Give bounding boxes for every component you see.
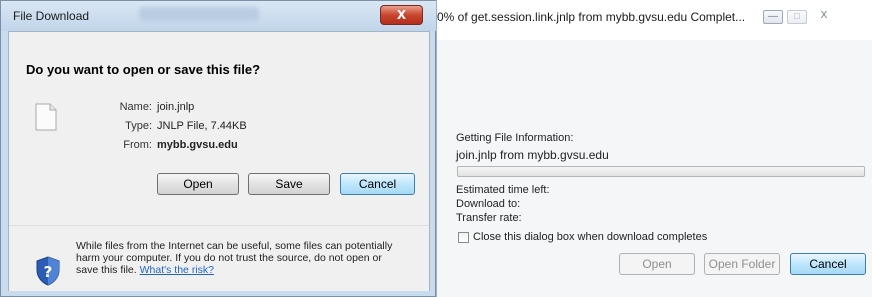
cancel-download-button[interactable]: Cancel: [790, 253, 866, 275]
name-value: join.jnlp: [157, 101, 195, 113]
open-button[interactable]: Open: [157, 173, 239, 195]
background-window-ghost: [139, 7, 259, 21]
maximize-button: □: [787, 10, 807, 24]
minimize-icon: —: [768, 11, 778, 22]
close-icon: X: [396, 8, 407, 22]
cancel-button[interactable]: Cancel: [340, 173, 415, 195]
download-progress-window: 0% of get.session.link.jnlp from mybb.gv…: [436, 0, 872, 297]
file-download-dialog: File Download X Do you want to open or s…: [0, 0, 437, 297]
dialog-title: File Download: [13, 9, 90, 23]
title-bar: 0% of get.session.link.jnlp from mybb.gv…: [437, 0, 872, 40]
transfer-rate-label: Transfer rate:: [456, 212, 522, 224]
close-on-complete-checkbox[interactable]: [458, 232, 469, 243]
whats-the-risk-link[interactable]: What's the risk?: [140, 264, 214, 276]
download-to-label: Download to:: [456, 198, 521, 210]
close-button[interactable]: X: [380, 5, 423, 25]
type-label: Type:: [125, 120, 152, 132]
shield-question-icon: ?: [36, 256, 60, 286]
minimize-button[interactable]: —: [763, 10, 783, 24]
window-title: 0% of get.session.link.jnlp from mybb.gv…: [437, 10, 746, 24]
open-folder-button-disabled: Open Folder: [704, 253, 780, 275]
estimated-time-label: Estimated time left:: [456, 184, 550, 196]
status-text: Getting File Information:: [456, 132, 574, 144]
svg-text:?: ?: [44, 263, 53, 281]
checkbox-label: Close this dialog box when download comp…: [473, 231, 708, 243]
warning-message: While files from the Internet can be use…: [76, 240, 406, 276]
maximize-icon: □: [793, 11, 801, 22]
dialog-question: Do you want to open or save this file?: [26, 62, 261, 77]
from-value: mybb.gvsu.edu: [157, 139, 238, 151]
close-icon: X: [820, 10, 828, 21]
save-button[interactable]: Save: [248, 173, 330, 195]
open-button-disabled: Open: [619, 253, 695, 275]
title-bar: File Download X: [1, 1, 437, 31]
type-value: JNLP File, 7.44KB: [157, 120, 247, 132]
dialog-body: Do you want to open or save this file? N…: [8, 31, 430, 291]
warning-text: While files from the Internet can be use…: [76, 240, 393, 276]
download-file-line: join.jnlp from mybb.gvsu.edu: [456, 148, 609, 162]
window-close-button[interactable]: X: [811, 10, 837, 24]
name-label: Name:: [119, 101, 152, 113]
download-progress-bar: [457, 166, 865, 177]
from-label: From:: [123, 139, 152, 151]
